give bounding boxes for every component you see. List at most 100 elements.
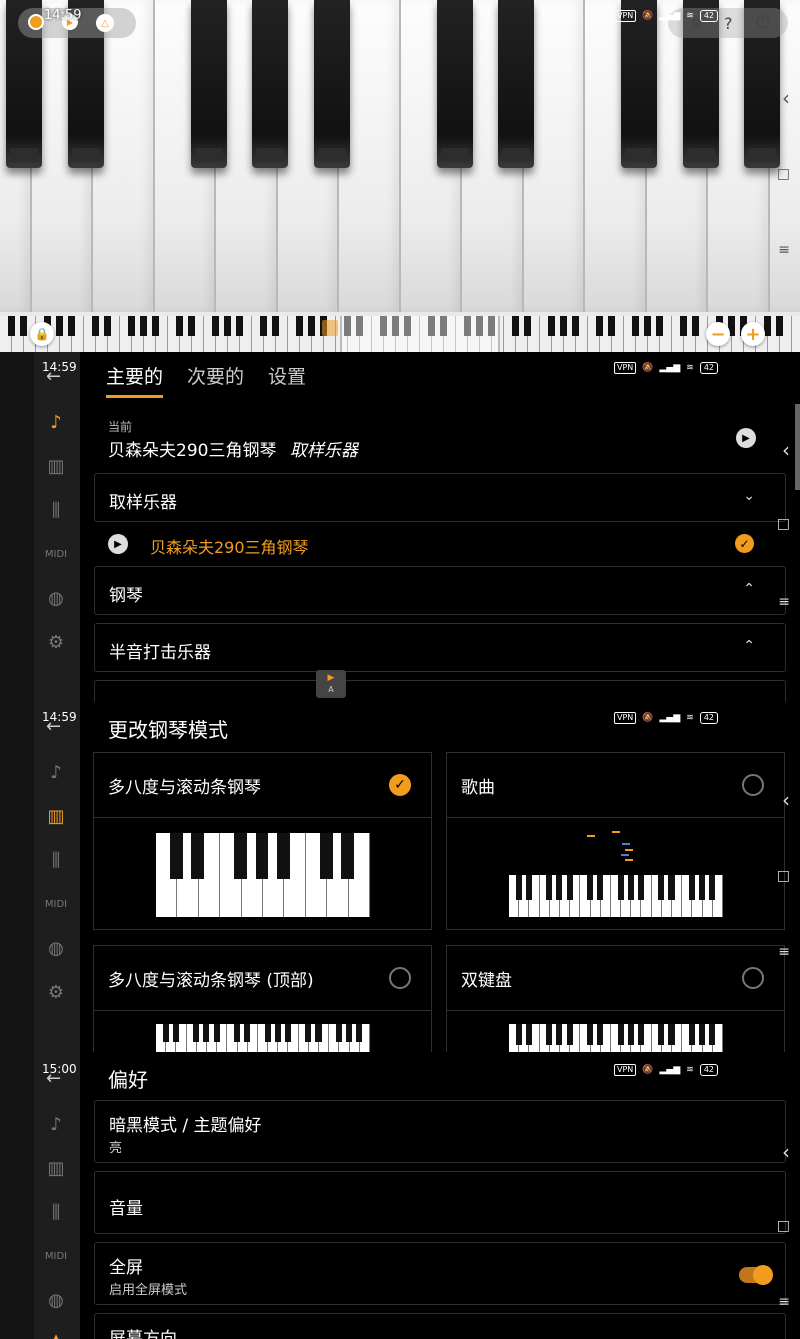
nav-recents-icon[interactable]: ≡ bbox=[778, 242, 790, 258]
settings-icon[interactable]: ⚙ bbox=[44, 980, 68, 1004]
help-icon[interactable]: ? bbox=[724, 14, 733, 33]
lock-icon[interactable]: 🔒 bbox=[30, 322, 54, 346]
piano-black-key[interactable] bbox=[190, 0, 227, 168]
radio-unselected-icon[interactable] bbox=[389, 967, 411, 989]
globe-icon[interactable]: ◍ bbox=[44, 1288, 68, 1312]
piano-black-key[interactable] bbox=[252, 0, 288, 168]
vpn-icon: VPN bbox=[614, 1064, 637, 1076]
mini-black-key bbox=[709, 875, 716, 901]
group-piano[interactable]: 钢琴 ⌃ bbox=[94, 566, 786, 615]
settings-icon[interactable]: ▲ bbox=[44, 1328, 68, 1339]
instrument-icon[interactable]: ♪ bbox=[44, 410, 68, 434]
group-next[interactable] bbox=[94, 680, 786, 702]
strip-black-key bbox=[680, 316, 687, 336]
mini-black-key bbox=[566, 875, 573, 901]
nav-home-icon[interactable]: □ bbox=[777, 1218, 790, 1234]
scrollbar[interactable] bbox=[795, 404, 800, 490]
mini-black-key bbox=[234, 833, 247, 880]
piano-black-key[interactable] bbox=[498, 0, 534, 168]
settings-sliders-icon[interactable]: ⚙ bbox=[690, 16, 703, 32]
metronome-icon[interactable]: △ bbox=[96, 14, 114, 32]
pref-subtitle: 亮 bbox=[109, 1141, 123, 1156]
mute-icon: 🔕 bbox=[642, 363, 654, 373]
nav-back-icon[interactable]: ‹ bbox=[782, 86, 790, 110]
radio-unselected-icon[interactable] bbox=[742, 967, 764, 989]
mini-black-key bbox=[305, 1024, 312, 1042]
preview-play-icon[interactable]: ▶ bbox=[736, 428, 756, 448]
note-bar bbox=[622, 843, 630, 845]
mixer-icon[interactable]: ⫼ bbox=[44, 498, 68, 522]
keyboard-icon[interactable]: ▥ bbox=[44, 804, 68, 828]
note-bar bbox=[587, 835, 595, 837]
signal-icon: ▂▄▆ bbox=[659, 713, 681, 723]
group-label: 钢琴 bbox=[109, 586, 143, 606]
mixer-icon[interactable]: ⫼ bbox=[44, 1200, 68, 1224]
keyboard-icon[interactable]: ▥ bbox=[44, 454, 68, 478]
strip-black-key bbox=[272, 316, 279, 336]
midi-icon[interactable]: MIDI bbox=[44, 542, 68, 566]
mute-icon: 🔕 bbox=[642, 11, 654, 21]
zoom-out-button[interactable]: − bbox=[706, 322, 730, 346]
strip-black-key bbox=[8, 316, 15, 336]
pref-volume[interactable]: 音量 bbox=[94, 1171, 786, 1234]
mode-card-dual-keyboard[interactable]: 双键盘 bbox=[446, 945, 785, 1052]
mode-card-multi-octave-top[interactable]: 多八度与滚动条钢琴 (顶部) bbox=[93, 945, 432, 1052]
settings-icon[interactable]: ⚙ bbox=[44, 630, 68, 654]
mini-black-key bbox=[274, 1024, 281, 1042]
mini-black-key bbox=[699, 875, 706, 901]
mode-card-song[interactable]: 歌曲 bbox=[446, 752, 785, 930]
nav-back-icon[interactable]: ‹ bbox=[782, 788, 790, 812]
radio-unselected-icon[interactable] bbox=[742, 774, 764, 796]
tab-secondary[interactable]: 次要的 bbox=[187, 362, 244, 398]
piano-black-key[interactable] bbox=[621, 0, 657, 168]
pref-dark-mode[interactable]: 暗黑模式 / 主题偏好 亮 bbox=[94, 1100, 786, 1163]
globe-icon[interactable]: ◍ bbox=[44, 936, 68, 960]
strip-black-key bbox=[308, 316, 315, 336]
scroll-handle-icon[interactable] bbox=[322, 320, 338, 336]
strip-black-key bbox=[608, 316, 615, 336]
piano-black-key[interactable] bbox=[436, 0, 473, 168]
pref-screen-orientation[interactable]: 屏幕方向 bbox=[94, 1313, 786, 1339]
mini-black-key bbox=[658, 1024, 665, 1045]
globe-icon[interactable]: ◍ bbox=[44, 586, 68, 610]
piano-black-key[interactable] bbox=[313, 0, 350, 168]
octave-scroll-window[interactable] bbox=[340, 316, 500, 352]
nav-back-icon[interactable]: ‹ bbox=[782, 438, 790, 462]
mixer-icon[interactable]: ⫼ bbox=[44, 848, 68, 872]
mode-card-multi-octave[interactable]: 多八度与滚动条钢琴 ✓ bbox=[93, 752, 432, 930]
tab-main[interactable]: 主要的 bbox=[106, 362, 164, 398]
nav-recents-icon[interactable]: ≡ bbox=[778, 944, 790, 960]
piano-panel: 🔒 − + ▶ △ 14:59 VPN 🔕 ▂▄▆ ≋ 42 ⚙ ? ⏻ ‹ □… bbox=[0, 0, 800, 352]
mini-black-key bbox=[193, 1024, 200, 1042]
midi-icon[interactable]: MIDI bbox=[44, 892, 68, 916]
pref-title: 全屏 bbox=[109, 1258, 143, 1278]
nav-home-icon[interactable]: □ bbox=[777, 868, 790, 884]
nav-home-icon[interactable]: □ bbox=[777, 516, 790, 532]
record-icon[interactable] bbox=[28, 14, 44, 30]
pref-fullscreen[interactable]: 全屏 启用全屏模式 bbox=[94, 1242, 786, 1305]
back-arrow-icon[interactable]: ← bbox=[46, 1068, 61, 1089]
nav-home-icon[interactable]: □ bbox=[777, 166, 790, 182]
mini-black-key bbox=[244, 1024, 251, 1042]
mini-black-key bbox=[699, 1024, 706, 1045]
tab-settings[interactable]: 设置 bbox=[268, 362, 306, 398]
instrument-icon[interactable]: ♪ bbox=[44, 760, 68, 784]
keyboard-icon[interactable]: ▥ bbox=[44, 1156, 68, 1180]
instrument-list-item[interactable]: 贝森朵夫290三角钢琴 bbox=[150, 534, 309, 558]
nav-back-icon[interactable]: ‹ bbox=[782, 1140, 790, 1164]
instrument-icon[interactable]: ♪ bbox=[44, 1112, 68, 1136]
back-arrow-icon[interactable]: ← bbox=[46, 366, 61, 387]
nav-recents-icon[interactable]: ≡ bbox=[778, 594, 790, 610]
instrument-play-icon[interactable]: ▶ bbox=[108, 534, 128, 554]
zoom-in-button[interactable]: + bbox=[741, 322, 765, 346]
floating-mode-icon[interactable]: ▶ A bbox=[316, 670, 346, 698]
strip-black-key bbox=[176, 316, 183, 336]
power-icon[interactable]: ⏻ bbox=[756, 12, 770, 33]
midi-icon[interactable]: MIDI bbox=[44, 1244, 68, 1268]
nav-recents-icon[interactable]: ≡ bbox=[778, 1294, 790, 1310]
fullscreen-toggle[interactable] bbox=[739, 1265, 773, 1285]
group-chromatic-percussion[interactable]: 半音打击乐器 ⌃ bbox=[94, 623, 786, 672]
back-arrow-icon[interactable]: ← bbox=[46, 716, 61, 737]
section-title: 更改钢琴模式 bbox=[108, 718, 228, 742]
group-sampled-instruments[interactable]: 取样乐器 ⌄ bbox=[94, 473, 786, 522]
